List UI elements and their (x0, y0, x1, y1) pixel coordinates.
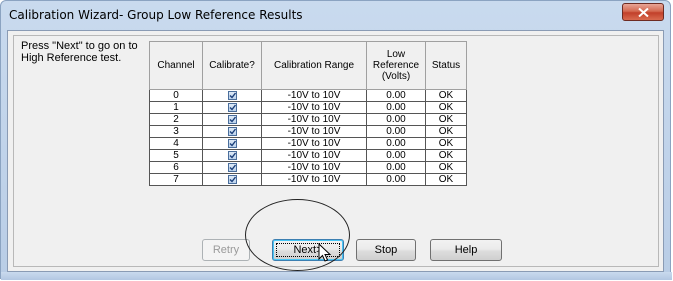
calibrate-checkbox[interactable] (227, 102, 237, 112)
table-row: 2 -10V to 10V 0.00 OK (149, 113, 467, 126)
stop-button-label: Stop (374, 244, 398, 256)
table-row: 3 -10V to 10V 0.00 OK (149, 125, 467, 138)
low-reference-cell: 0.00 (366, 173, 426, 186)
checkmark-icon (229, 92, 236, 99)
low-reference-cell: 0.00 (366, 161, 426, 174)
calibrate-checkbox[interactable] (227, 114, 237, 124)
channel-cell: 0 (149, 89, 203, 102)
instructions-text: Press "Next" to go on to High Reference … (21, 40, 138, 64)
range-cell: -10V to 10V (261, 125, 367, 138)
low-reference-cell: 0.00 (366, 125, 426, 138)
checkmark-icon (229, 104, 236, 111)
window-title: Calibration Wizard- Group Low Reference … (9, 8, 303, 22)
header-calibration-range: Calibration Range (261, 41, 367, 90)
calibrate-checkbox[interactable] (227, 126, 237, 136)
calibrate-cell (202, 125, 262, 138)
wizard-window: Calibration Wizard- Group Low Reference … (0, 0, 672, 280)
channel-cell: 3 (149, 125, 203, 138)
range-cell: -10V to 10V (261, 161, 367, 174)
calibrate-cell (202, 161, 262, 174)
calibrate-cell (202, 113, 262, 126)
channel-cell: 7 (149, 173, 203, 186)
stop-button[interactable]: Stop (356, 239, 416, 261)
header-calibrate: Calibrate? (202, 41, 262, 90)
status-cell: OK (425, 89, 467, 102)
channel-cell: 5 (149, 149, 203, 162)
low-reference-cell: 0.00 (366, 137, 426, 150)
dialog-client-area: Press "Next" to go on to High Reference … (7, 30, 664, 272)
header-status: Status (425, 41, 467, 90)
calibrate-cell (202, 89, 262, 102)
close-button[interactable] (622, 3, 664, 21)
status-cell: OK (425, 173, 467, 186)
range-cell: -10V to 10V (261, 149, 367, 162)
calibrate-checkbox[interactable] (227, 90, 237, 100)
table-row: 4 -10V to 10V 0.00 OK (149, 137, 467, 150)
bottom-strip (1, 272, 672, 280)
calibrate-checkbox[interactable] (227, 150, 237, 160)
range-cell: -10V to 10V (261, 113, 367, 126)
range-cell: -10V to 10V (261, 101, 367, 114)
retry-button-label: Retry (212, 244, 240, 256)
help-button[interactable]: Help (430, 239, 502, 261)
checkmark-icon (229, 176, 236, 183)
calibrate-cell (202, 137, 262, 150)
table-row: 5 -10V to 10V 0.00 OK (149, 149, 467, 162)
low-reference-cell: 0.00 (366, 113, 426, 126)
calibrate-cell (202, 101, 262, 114)
header-low-reference: Low Reference (Volts) (366, 41, 426, 90)
status-cell: OK (425, 149, 467, 162)
low-reference-cell: 0.00 (366, 101, 426, 114)
table-row: 7 -10V to 10V 0.00 OK (149, 173, 467, 186)
calibrate-checkbox[interactable] (227, 174, 237, 184)
table-header-row: Channel Calibrate? Calibration Range Low… (149, 41, 467, 90)
results-table: Channel Calibrate? Calibration Range Low… (149, 41, 467, 186)
mouse-pointer-icon (318, 243, 332, 262)
results-panel: Press "Next" to go on to High Reference … (13, 35, 659, 267)
header-channel: Channel (149, 41, 203, 90)
channel-cell: 2 (149, 113, 203, 126)
checkmark-icon (229, 164, 236, 171)
status-cell: OK (425, 101, 467, 114)
table-row: 1 -10V to 10V 0.00 OK (149, 101, 467, 114)
status-cell: OK (425, 125, 467, 138)
range-cell: -10V to 10V (261, 173, 367, 186)
channel-cell: 4 (149, 137, 203, 150)
title-bar: Calibration Wizard- Group Low Reference … (1, 1, 670, 29)
checkmark-icon (229, 152, 236, 159)
calibrate-checkbox[interactable] (227, 138, 237, 148)
range-cell: -10V to 10V (261, 89, 367, 102)
checkmark-icon (229, 128, 236, 135)
status-cell: OK (425, 113, 467, 126)
calibrate-cell (202, 149, 262, 162)
next-button[interactable]: Next> (272, 239, 344, 261)
help-button-label: Help (454, 244, 478, 256)
checkmark-icon (229, 140, 236, 147)
calibrate-cell (202, 173, 262, 186)
low-reference-cell: 0.00 (366, 89, 426, 102)
status-cell: OK (425, 161, 467, 174)
channel-cell: 1 (149, 101, 203, 114)
retry-button[interactable]: Retry (202, 239, 250, 261)
table-row: 0 -10V to 10V 0.00 OK (149, 89, 467, 102)
low-reference-cell: 0.00 (366, 149, 426, 162)
status-cell: OK (425, 137, 467, 150)
calibrate-checkbox[interactable] (227, 162, 237, 172)
channel-cell: 6 (149, 161, 203, 174)
table-row: 6 -10V to 10V 0.00 OK (149, 161, 467, 174)
range-cell: -10V to 10V (261, 137, 367, 150)
checkmark-icon (229, 116, 236, 123)
close-icon (638, 8, 649, 17)
